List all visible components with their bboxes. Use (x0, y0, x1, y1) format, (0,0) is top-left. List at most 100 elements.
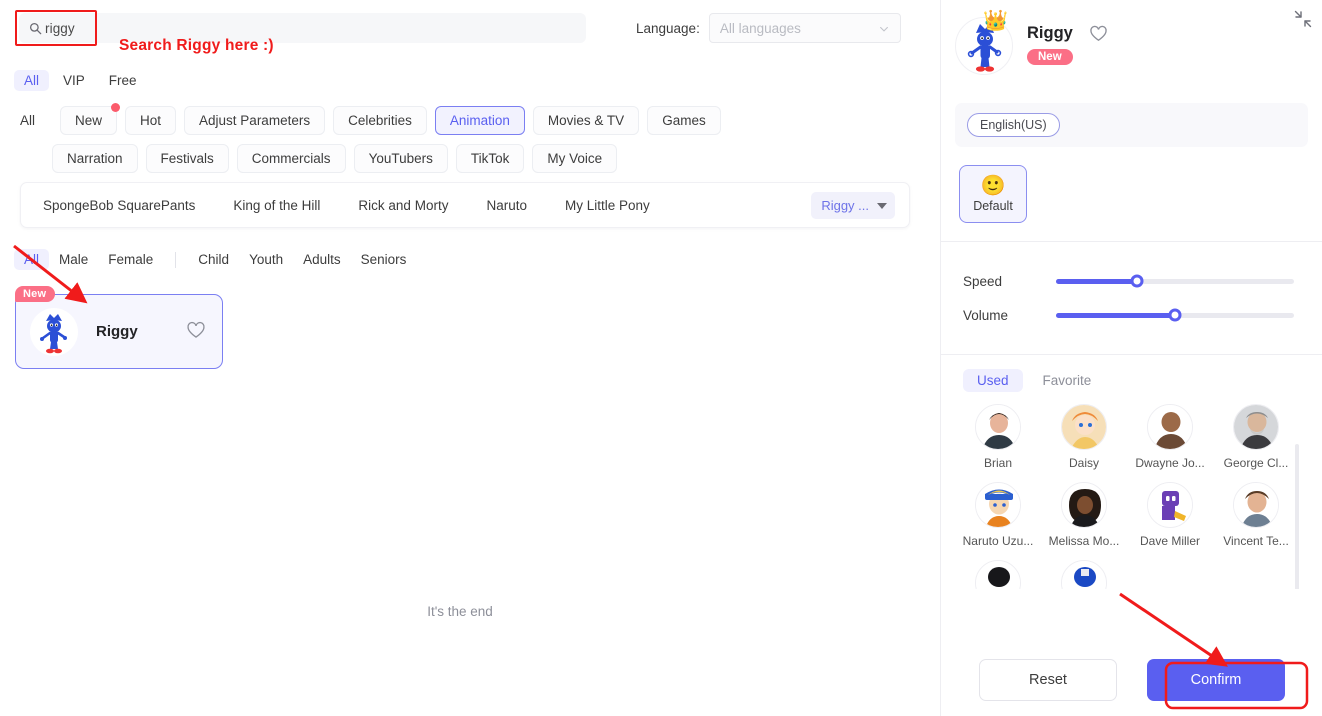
voice-card-riggy[interactable]: New Riggy (15, 286, 223, 369)
chip-hot[interactable]: Hot (125, 106, 177, 135)
reset-button[interactable]: Reset (979, 659, 1117, 701)
subcategory-dropdown[interactable]: Riggy ... (811, 192, 895, 219)
list-item-label: George Cl... (1223, 456, 1289, 470)
avatar-grid-scrollbar[interactable] (1295, 444, 1299, 589)
volume-label: Volume (963, 307, 1009, 323)
confirm-button[interactable]: Confirm (1147, 659, 1285, 701)
language-label: Language: (636, 20, 700, 36)
volume-slider[interactable] (1056, 308, 1294, 322)
language-filter: Language: All languages (636, 13, 901, 43)
filter-female[interactable]: Female (98, 249, 163, 270)
speed-slider[interactable] (1056, 274, 1294, 288)
speed-slider-knob[interactable] (1130, 274, 1144, 288)
language-select[interactable]: All languages (708, 13, 901, 43)
emotion-label: Default (973, 198, 1013, 213)
category-row-1: All New Hot Adjust Parameters Celebritie… (20, 103, 920, 135)
list-item-label: Naruto Uzu... (962, 534, 1034, 548)
list-item-label: Daisy (1068, 456, 1099, 470)
used-avatar-grid: Brian Daisy Dwayne Jo... George Cl... Na… (955, 404, 1305, 589)
status-badge: New (1027, 49, 1073, 65)
chip-narration[interactable]: Narration (52, 144, 138, 173)
search-row: riggy Search Riggy here :) (15, 10, 586, 54)
tab-vip[interactable]: VIP (53, 70, 95, 91)
tab-used[interactable]: Used (963, 369, 1023, 392)
list-item[interactable]: Vincent Te... (1213, 482, 1299, 548)
chip-adjust-parameters[interactable]: Adjust Parameters (184, 106, 326, 135)
search-value: riggy (45, 20, 75, 36)
list-item[interactable] (955, 560, 1041, 589)
speed-slider-fill (1056, 278, 1137, 284)
avatar (975, 482, 1021, 528)
list-item[interactable]: Melissa Mo... (1041, 482, 1127, 548)
chip-youtubers[interactable]: YouTubers (353, 144, 448, 173)
filter-male[interactable]: Male (49, 249, 98, 270)
chip-my-voice[interactable]: My Voice (532, 144, 618, 173)
list-item[interactable]: Brian (955, 404, 1041, 470)
list-item[interactable]: Dave Miller (1127, 482, 1213, 548)
list-item[interactable] (1041, 560, 1127, 589)
volume-slider-knob[interactable] (1168, 308, 1182, 322)
sliders-section: Speed Volume (941, 242, 1322, 354)
chip-games[interactable]: Games (647, 106, 721, 135)
filter-all[interactable]: All (14, 249, 50, 270)
heart-icon[interactable] (186, 320, 206, 340)
voice-avatar (30, 307, 78, 356)
list-item-label: Dwayne Jo... (1135, 456, 1205, 470)
search-annotation-text: Search Riggy here :) (119, 37, 274, 54)
list-item[interactable]: Daisy (1041, 404, 1127, 470)
new-badge: New (15, 286, 56, 302)
filter-adults[interactable]: Adults (293, 249, 351, 270)
subcategory-naruto[interactable]: Naruto (486, 198, 527, 213)
list-item-label: Dave Miller (1139, 534, 1200, 548)
detail-footer: Reset Confirm (941, 644, 1322, 716)
language-chip-bar: English(US) (955, 103, 1308, 147)
category-all-label[interactable]: All (20, 113, 42, 128)
collapse-icon[interactable] (1294, 10, 1312, 28)
list-item[interactable]: Naruto Uzu... (955, 482, 1041, 548)
tab-free[interactable]: Free (99, 70, 147, 91)
voice-detail-panel: 👑 Riggy New English(US) 🙂 Default Speed … (940, 0, 1322, 716)
filter-child[interactable]: Child (188, 249, 239, 270)
search-input[interactable]: riggy (19, 13, 586, 43)
speed-label: Speed (963, 273, 1003, 289)
crown-icon: 👑 (983, 10, 1008, 32)
emotion-row: 🙂 Default (959, 165, 1322, 223)
tab-favorite[interactable]: Favorite (1029, 369, 1106, 392)
speed-slider-row: Speed (963, 264, 1294, 298)
chip-new[interactable]: New (60, 103, 121, 135)
chip-festivals[interactable]: Festivals (145, 144, 229, 173)
chip-tiktok[interactable]: TikTok (455, 144, 525, 173)
chip-movies-tv[interactable]: Movies & TV (532, 106, 640, 135)
chip-commercials[interactable]: Commercials (236, 144, 346, 173)
list-item[interactable]: George Cl... (1213, 404, 1299, 470)
list-item[interactable]: Dwayne Jo... (1127, 404, 1213, 470)
avatar (1061, 560, 1107, 589)
chip-celebrities[interactable]: Celebrities (333, 106, 427, 135)
avatar (1061, 482, 1107, 528)
avatar (1233, 404, 1279, 450)
heart-icon[interactable] (1089, 24, 1108, 43)
language-value: All languages (719, 20, 801, 36)
language-chip[interactable]: English(US) (967, 113, 1060, 137)
avatar (975, 404, 1021, 450)
voice-card-name: Riggy (96, 323, 138, 340)
avatar (1233, 482, 1279, 528)
subcategory-king-of-the-hill[interactable]: King of the Hill (233, 198, 320, 213)
filter-seniors[interactable]: Seniors (351, 249, 417, 270)
search-icon (29, 22, 42, 35)
chip-animation[interactable]: Animation (434, 106, 525, 135)
end-of-list-text: It's the end (427, 604, 493, 619)
new-badge-dot-icon (111, 103, 121, 112)
avatar (1147, 482, 1193, 528)
emotion-default-card[interactable]: 🙂 Default (959, 165, 1027, 223)
caret-down-icon (877, 202, 887, 209)
detail-avatar-wrap: 👑 (955, 11, 1013, 75)
page-title: Riggy (1027, 24, 1073, 42)
subcategory-dropdown-value: Riggy ... (821, 198, 869, 213)
filter-youth[interactable]: Youth (239, 249, 293, 270)
subcategory-spongebob[interactable]: SpongeBob SquarePants (43, 198, 195, 213)
subcategory-my-little-pony[interactable]: My Little Pony (565, 198, 650, 213)
detail-name-row: Riggy (1027, 24, 1108, 43)
subcategory-rick-and-morty[interactable]: Rick and Morty (358, 198, 448, 213)
tab-all[interactable]: All (14, 70, 50, 91)
